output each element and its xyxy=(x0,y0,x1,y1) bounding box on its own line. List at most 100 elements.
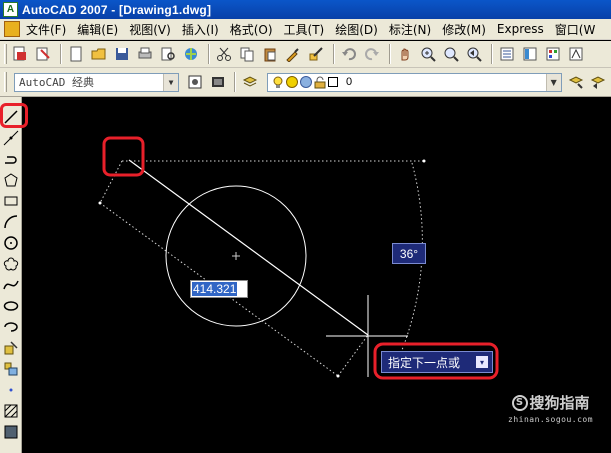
dimension-extension-lower xyxy=(337,334,369,377)
zoom-previous-icon[interactable] xyxy=(464,44,484,64)
paste-icon[interactable] xyxy=(260,44,280,64)
match-properties-icon[interactable] xyxy=(283,44,303,64)
layer-lock-icon[interactable] xyxy=(314,76,326,89)
toolbar-separator xyxy=(491,44,493,64)
workspace-value: AutoCAD 经典 xyxy=(18,76,94,89)
plot-icon[interactable] xyxy=(135,44,155,64)
dynamic-length-value: 414.321 xyxy=(192,282,238,296)
dynamic-length-input[interactable]: 414.321 xyxy=(190,280,248,298)
ellipse-arc-icon[interactable] xyxy=(1,316,21,337)
dynamic-angle-input[interactable]: 36° xyxy=(392,243,426,264)
workspace-settings-icon[interactable] xyxy=(185,72,205,92)
menu-view[interactable]: 视图(V) xyxy=(129,21,171,38)
menu-file[interactable]: 文件(F) xyxy=(26,21,66,38)
construction-line-icon[interactable] xyxy=(1,127,21,148)
zoom-realtime-icon[interactable] xyxy=(418,44,438,64)
block-editor-icon[interactable] xyxy=(306,44,326,64)
layer-name: 0 xyxy=(346,76,353,88)
prompt-options-dropdown-icon[interactable]: ▾ xyxy=(476,356,488,368)
menu-window[interactable]: 窗口(W xyxy=(555,21,596,38)
menu-bar: 文件(F) 编辑(E) 视图(V) 插入(I) 格式(O) 工具(T) 绘图(D… xyxy=(0,19,611,40)
toolbar-separator xyxy=(333,44,335,64)
toolbar-separator xyxy=(234,72,237,92)
command-prompt-tooltip[interactable]: 指定下一点或 ▾ xyxy=(381,351,493,373)
open-file-icon[interactable] xyxy=(89,44,109,64)
point-icon[interactable] xyxy=(1,379,21,400)
zoom-window-icon[interactable] xyxy=(441,44,461,64)
spline-icon[interactable] xyxy=(1,274,21,295)
etransmit-icon[interactable] xyxy=(33,44,53,64)
window-title: AutoCAD 2007 - [Drawing1.dwg] xyxy=(22,2,212,17)
polyline-icon[interactable] xyxy=(1,148,21,169)
cut-icon[interactable] xyxy=(214,44,234,64)
menu-tools[interactable]: 工具(T) xyxy=(284,21,325,38)
dimension-tick-lower xyxy=(336,374,340,378)
revision-cloud-icon[interactable] xyxy=(1,253,21,274)
sheet-set-icon[interactable] xyxy=(566,44,586,64)
menu-modify[interactable]: 修改(M) xyxy=(442,21,486,38)
arc-end-tick xyxy=(422,159,426,163)
chevron-down-icon[interactable]: ▼ xyxy=(163,73,179,91)
properties-icon[interactable] xyxy=(497,44,517,64)
pan-realtime-icon[interactable] xyxy=(395,44,415,64)
layer-previous-icon[interactable] xyxy=(588,72,608,92)
publish-web-icon[interactable] xyxy=(181,44,201,64)
circle-icon[interactable] xyxy=(1,232,21,253)
tool-palettes-icon[interactable] xyxy=(543,44,563,64)
toolbar-grip[interactable] xyxy=(4,72,7,92)
menu-insert[interactable]: 插入(I) xyxy=(182,21,219,38)
watermark-site: zhinan.sogou.com xyxy=(508,415,594,424)
chevron-down-icon[interactable]: ▼ xyxy=(545,73,561,91)
watermark-brand: S 搜狗指南 xyxy=(511,392,590,413)
menu-dimension[interactable]: 标注(N) xyxy=(389,21,431,38)
dimension-tick-upper xyxy=(98,201,102,205)
rubber-band-line xyxy=(128,159,369,336)
command-prompt-text: 指定下一点或 xyxy=(388,355,461,370)
document-menu-icon[interactable] xyxy=(4,21,20,37)
publish-icon[interactable] xyxy=(10,44,30,64)
gradient-icon[interactable] xyxy=(1,421,21,442)
title-bar: A AutoCAD 2007 - [Drawing1.dwg] xyxy=(0,0,611,19)
draw-toolbar xyxy=(0,97,22,453)
new-file-icon[interactable] xyxy=(66,44,86,64)
toolbar-grip[interactable] xyxy=(4,44,7,64)
layer-color-swatch[interactable] xyxy=(328,77,338,87)
ellipse-icon[interactable] xyxy=(1,295,21,316)
layer-on-bulb-icon[interactable] xyxy=(272,76,284,89)
toolbar-separator xyxy=(208,44,210,64)
undo-icon[interactable] xyxy=(339,44,359,64)
make-block-icon[interactable] xyxy=(1,358,21,379)
hatch-icon[interactable] xyxy=(1,400,21,421)
layer-state-icons: 0 xyxy=(272,76,352,89)
workspace-save-icon[interactable] xyxy=(208,72,228,92)
line-tool-highlight xyxy=(0,103,28,128)
make-object-layer-current-icon[interactable] xyxy=(566,72,586,92)
layer-dropdown[interactable]: 0 ▼ xyxy=(267,72,562,92)
copy-icon[interactable] xyxy=(237,44,257,64)
plot-preview-icon[interactable] xyxy=(158,44,178,64)
save-icon[interactable] xyxy=(112,44,132,64)
circle-center-mark xyxy=(232,252,240,260)
start-point-highlight xyxy=(102,136,145,177)
layer-viewport-icon[interactable] xyxy=(300,76,312,88)
layer-freeze-sun-icon[interactable] xyxy=(286,76,298,88)
sogou-watermark: S 搜狗指南 zhinan.sogou.com xyxy=(508,392,593,424)
menu-edit[interactable]: 编辑(E) xyxy=(77,21,118,38)
menu-format[interactable]: 格式(O) xyxy=(230,21,273,38)
polygon-icon[interactable] xyxy=(1,169,21,190)
arc-icon[interactable] xyxy=(1,211,21,232)
redo-icon[interactable] xyxy=(362,44,382,64)
insert-block-icon[interactable] xyxy=(1,337,21,358)
rectangle-icon[interactable] xyxy=(1,190,21,211)
autocad-app-icon[interactable]: A xyxy=(3,2,18,17)
menu-draw[interactable]: 绘图(D) xyxy=(335,21,378,38)
sogou-logo-icon: S xyxy=(511,394,528,411)
toolbar-separator xyxy=(389,44,391,64)
menu-express[interactable]: Express xyxy=(497,22,544,36)
workspace-dropdown[interactable]: AutoCAD 经典 ▼ xyxy=(13,72,180,92)
watermark-brand-text: 搜狗指南 xyxy=(529,394,590,412)
toolbar-separator xyxy=(60,44,62,64)
workspace-layers-toolbar: AutoCAD 经典 ▼ 0 ▼ xyxy=(0,68,611,97)
layer-manager-icon[interactable] xyxy=(240,72,260,92)
design-center-icon[interactable] xyxy=(520,44,540,64)
